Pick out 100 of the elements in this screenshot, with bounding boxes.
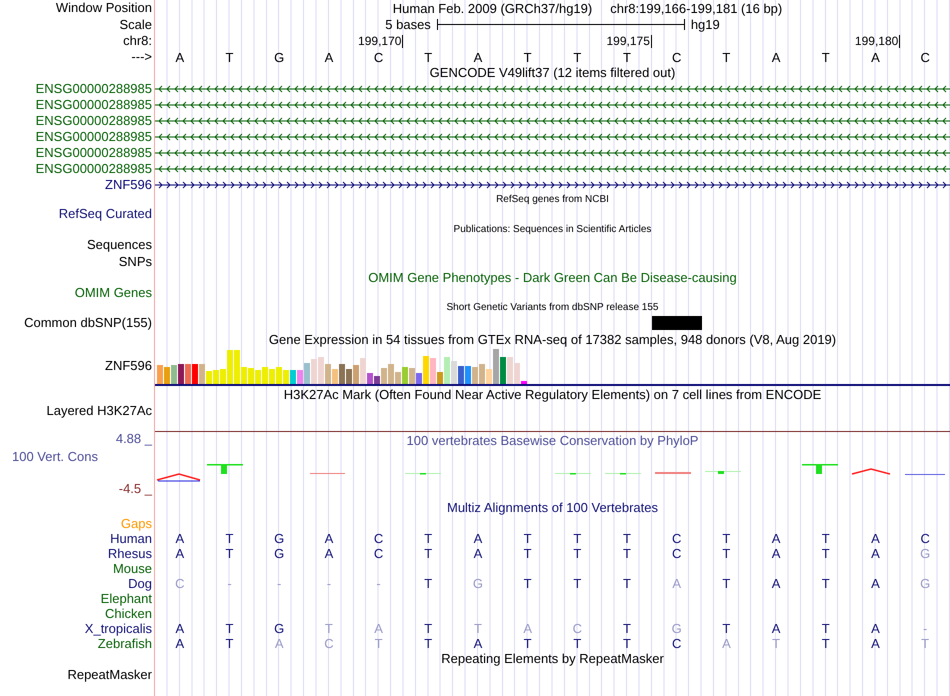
base-letter: T (224, 50, 234, 64)
base-letter: A (770, 576, 782, 591)
base-letter: T (820, 636, 831, 651)
base-letter: T (572, 531, 582, 546)
track-label[interactable]: Common dbSNP(155) (24, 316, 155, 330)
gene-label[interactable]: ZNF596 (105, 178, 155, 192)
base-letter: T (820, 531, 831, 546)
base-letter: T (224, 546, 234, 561)
base-letter: A (522, 621, 533, 636)
base-letter: T (820, 546, 831, 561)
gene-strand-drawing[interactable] (155, 131, 950, 143)
base-letter: G (273, 50, 286, 64)
base-letter: G (472, 576, 484, 591)
track-label[interactable]: RefSeq Curated (58, 207, 155, 221)
base-letter: A (174, 546, 186, 561)
species-label[interactable]: X_tropicalis (84, 622, 155, 636)
gene-label[interactable]: ENSG00000288985 (36, 114, 155, 128)
base-letter: T (423, 636, 434, 651)
conservation-mark (802, 464, 838, 474)
track-label[interactable]: ZNF596 (105, 359, 155, 373)
base-letter: T (472, 621, 483, 636)
gene-strand-drawing[interactable] (155, 115, 950, 127)
base-letter: T (721, 546, 732, 561)
base-letter: T (721, 531, 732, 546)
base-letter: C (323, 636, 335, 651)
base-letter: A (174, 50, 186, 64)
track-label[interactable]: OMIM Genes (74, 286, 155, 300)
coordinate-label: 199,175 (606, 34, 652, 48)
coordinate-label: 199,180 (854, 34, 900, 48)
base-letter: - (276, 576, 282, 591)
species-label[interactable]: Human (110, 532, 155, 546)
track-title: Multiz Alignments of 100 Vertebrates (446, 501, 658, 515)
base-letter: C (174, 576, 186, 591)
base-letter: T (522, 576, 533, 591)
conservation-mark (705, 471, 741, 474)
base-letter: C (671, 50, 682, 64)
base-letter: T (423, 621, 434, 636)
base-letter: C (372, 546, 384, 561)
base-letter: A (770, 50, 782, 64)
species-label[interactable]: Dog (128, 576, 155, 590)
gene-strand-drawing[interactable] (155, 163, 950, 175)
track-label[interactable]: SNPs (118, 254, 155, 268)
base-letter: A (870, 546, 881, 561)
base-letter: G (670, 621, 683, 636)
base-letter: T (820, 621, 831, 636)
species-label[interactable]: Elephant (100, 592, 155, 606)
conservation-mark (310, 473, 345, 474)
base-letter: A (324, 546, 334, 561)
base-letter: T (374, 636, 384, 651)
base-letter: A (870, 531, 881, 546)
conservation-mark (555, 473, 591, 474)
gene-label[interactable]: ENSG00000288985 (36, 162, 155, 176)
base-letter: C (919, 531, 931, 546)
assembly-title: Human Feb. 2009 (GRCh37/hg19) (392, 0, 592, 16)
base-letter: T (522, 636, 533, 651)
base-letter: A (174, 621, 186, 636)
position-title: chr8:199,166-199,181 (16 bp) (610, 0, 782, 16)
gene-label[interactable]: ENSG00000288985 (36, 130, 155, 144)
base-letter: T (622, 50, 632, 64)
base-letter: T (224, 621, 234, 636)
species-label[interactable]: Chicken (105, 606, 155, 620)
track-title: Gene Expression in 54 tissues from GTEx RNA-seq of 17382 samples, 948 donors (V8, Aug 2019) (268, 332, 836, 346)
track-title: H3K27Ac Mark (Often Found Near Active Regulatory Elements) on 7 cell lines from ENCODE (284, 388, 822, 402)
base-letter: - (326, 576, 332, 591)
base-letter: T (820, 576, 831, 591)
conservation-mark (207, 464, 243, 474)
conservation-mark (605, 473, 641, 474)
base-letter: - (375, 576, 382, 591)
track-label[interactable]: RepeatMasker (67, 668, 155, 682)
base-letter: A (721, 636, 732, 651)
base-letter: T (622, 531, 632, 546)
gene-strand-drawing[interactable] (155, 147, 950, 159)
gene-strand-drawing[interactable] (155, 179, 950, 191)
species-label[interactable]: Zebrafish (98, 636, 155, 650)
track-label[interactable]: Sequences (86, 238, 155, 252)
track-label[interactable]: Layered H3K27Ac (46, 404, 155, 418)
base-letter: C (671, 636, 682, 651)
base-letter: T (522, 531, 533, 546)
species-label[interactable]: Mouse (112, 562, 155, 576)
row-label: Window Position (56, 1, 153, 15)
assembly-label: hg19 (690, 17, 720, 32)
base-letter: A (671, 576, 682, 591)
base-letter: T (522, 546, 533, 561)
base-letter: T (324, 621, 334, 636)
gene-label[interactable]: ENSG00000288985 (36, 82, 155, 96)
species-label[interactable]: Rhesus (108, 546, 155, 560)
gene-label[interactable]: ENSG00000288985 (36, 146, 155, 160)
row-label: chr8: (123, 34, 153, 48)
gene-label[interactable]: ENSG00000288985 (36, 98, 155, 112)
axis-max-label: 4.88 _ (116, 432, 154, 448)
base-letter: T (522, 50, 533, 64)
gene-strand-drawing[interactable] (155, 83, 950, 95)
base-letter: G (273, 621, 286, 636)
base-letter: T (572, 50, 582, 64)
track-label[interactable]: 100 Vert. Cons (0, 450, 101, 482)
base-letter: T (820, 50, 831, 64)
conservation-mark (655, 472, 691, 474)
base-letter: G (273, 546, 286, 561)
base-letter: - (226, 576, 233, 591)
gene-strand-drawing[interactable] (155, 99, 950, 111)
